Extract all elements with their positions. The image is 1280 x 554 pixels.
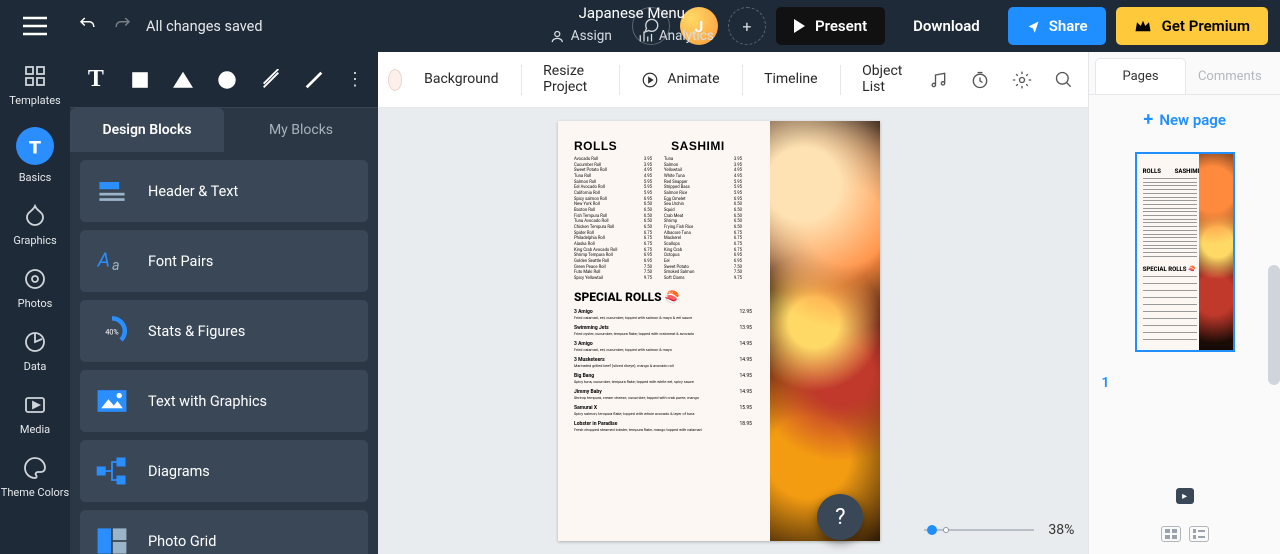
more-tools-button[interactable]: ⋮ bbox=[342, 69, 368, 90]
card-header-text[interactable]: Header & Text bbox=[80, 160, 368, 222]
card-diagrams-label: Diagrams bbox=[148, 463, 210, 480]
rail-theme-colors[interactable]: Theme Colors bbox=[0, 444, 70, 507]
analytics-label: Analytics bbox=[659, 28, 714, 44]
assign-button[interactable]: Assign bbox=[550, 28, 612, 44]
zoom-percent: 38% bbox=[1048, 522, 1074, 538]
tab-pages[interactable]: Pages bbox=[1095, 58, 1185, 94]
line-tool[interactable] bbox=[255, 61, 287, 99]
animate-label: Animate bbox=[667, 72, 719, 87]
settings-button[interactable] bbox=[1008, 66, 1036, 94]
thumb-rolls-hdr: ROLLS bbox=[1143, 168, 1161, 175]
rolls-list: Avocado Roll3.95Cucumber Roll3.95Sweet P… bbox=[574, 157, 652, 282]
shape-triangle-tool[interactable] bbox=[167, 61, 199, 99]
shape-square-tool[interactable] bbox=[124, 61, 156, 99]
background-color-swatch[interactable] bbox=[388, 69, 402, 91]
list-view-button[interactable] bbox=[1189, 526, 1209, 542]
card-header-text-label: Header & Text bbox=[148, 183, 238, 200]
background-button[interactable]: Background bbox=[424, 72, 498, 87]
menu-photo bbox=[770, 121, 880, 541]
add-collaborator-button[interactable]: + bbox=[728, 7, 766, 45]
premium-label: Get Premium bbox=[1162, 17, 1250, 35]
add-text-tool[interactable]: T bbox=[80, 61, 112, 99]
rail-basics-label: Basics bbox=[19, 171, 52, 184]
specials-list: 12.953 AmigoFried calamari, eel, cucumbe… bbox=[574, 309, 752, 432]
rail-data[interactable]: Data bbox=[0, 318, 70, 381]
get-premium-button[interactable]: Get Premium bbox=[1116, 7, 1268, 45]
rail-data-label: Data bbox=[24, 360, 47, 373]
svg-text:40%: 40% bbox=[105, 328, 118, 337]
card-font-pairs[interactable]: Aa Font Pairs bbox=[80, 230, 368, 292]
analytics-button[interactable]: Analytics bbox=[638, 28, 714, 44]
project-title[interactable]: Japanese Menu bbox=[550, 4, 714, 22]
new-page-button[interactable]: +New page bbox=[1143, 109, 1226, 130]
sashimi-heading: SASHIMI bbox=[671, 139, 725, 153]
resize-project-button[interactable]: Resize Project bbox=[543, 64, 597, 95]
card-font-pairs-label: Font Pairs bbox=[148, 253, 213, 270]
rail-photos-label: Photos bbox=[18, 297, 53, 310]
rolls-heading: ROLLS bbox=[574, 139, 617, 153]
rail-templates[interactable]: Templates bbox=[0, 52, 70, 115]
share-button[interactable]: Share bbox=[1008, 7, 1106, 45]
zoom-tool-button[interactable] bbox=[1050, 66, 1078, 94]
card-stats-label: Stats & Figures bbox=[148, 323, 245, 340]
object-list-button[interactable]: Object List bbox=[862, 64, 902, 95]
rail-graphics[interactable]: Graphics bbox=[0, 192, 70, 255]
card-text-graphics[interactable]: Text with Graphics bbox=[80, 370, 368, 432]
tab-my-blocks[interactable]: My Blocks bbox=[224, 108, 378, 152]
main-menu-button[interactable] bbox=[0, 0, 70, 52]
animate-button[interactable]: Animate bbox=[641, 71, 719, 89]
thumb-special-hdr: SPECIAL ROLLS 🍣 bbox=[1143, 266, 1196, 273]
assign-label: Assign bbox=[571, 28, 612, 44]
share-label: Share bbox=[1049, 17, 1088, 35]
present-button[interactable]: Present bbox=[776, 7, 885, 45]
slideshow-icon[interactable]: ▸ bbox=[1176, 488, 1194, 504]
card-diagrams[interactable]: Diagrams bbox=[80, 440, 368, 502]
rail-basics[interactable]: Basics bbox=[0, 115, 70, 192]
draw-tool[interactable] bbox=[298, 61, 330, 99]
shape-circle-tool[interactable] bbox=[211, 61, 243, 99]
grid-view-button[interactable] bbox=[1161, 526, 1181, 542]
tab-comments[interactable]: Comments bbox=[1186, 58, 1274, 94]
card-photo-grid-label: Photo Grid bbox=[148, 533, 216, 550]
card-photo-grid[interactable]: Photo Grid bbox=[80, 510, 368, 554]
rail-graphics-label: Graphics bbox=[13, 234, 56, 247]
special-rolls-heading: SPECIAL ROLLS 🍣 bbox=[574, 290, 752, 304]
undo-button[interactable] bbox=[78, 15, 96, 37]
new-page-label: New page bbox=[1159, 111, 1226, 129]
music-button[interactable] bbox=[924, 66, 952, 94]
page-thumbnail-1[interactable]: ROLLS SASHIMI SPECIAL ROLLS 🍣 bbox=[1135, 152, 1235, 352]
scrollbar[interactable] bbox=[1268, 265, 1280, 385]
save-status: All changes saved bbox=[146, 18, 263, 35]
sashimi-list: Tuna3.95Salmon3.95Yellowtail4.95White Tu… bbox=[664, 157, 742, 282]
rail-media-label: Media bbox=[20, 423, 50, 436]
svg-text:a: a bbox=[112, 257, 120, 274]
redo-button[interactable] bbox=[114, 15, 132, 37]
timeline-button[interactable]: Timeline bbox=[764, 72, 817, 87]
thumb-sashimi-hdr: SASHIMI bbox=[1175, 168, 1200, 175]
svg-text:A: A bbox=[97, 248, 111, 271]
page-number: 1 bbox=[1101, 375, 1109, 391]
card-text-graphics-label: Text with Graphics bbox=[148, 393, 267, 410]
tab-design-blocks[interactable]: Design Blocks bbox=[70, 108, 224, 152]
rail-templates-label: Templates bbox=[9, 94, 60, 107]
timer-button[interactable] bbox=[966, 66, 994, 94]
zoom-slider[interactable] bbox=[924, 529, 1034, 531]
download-button[interactable]: Download bbox=[895, 7, 998, 45]
card-stats-figures[interactable]: 40% Stats & Figures bbox=[80, 300, 368, 362]
rail-photos[interactable]: Photos bbox=[0, 255, 70, 318]
present-label: Present bbox=[815, 17, 867, 35]
rail-theme-colors-label: Theme Colors bbox=[1, 486, 69, 499]
canvas-page[interactable]: ROLLS SASHIMI Avocado Roll3.95Cucumber R… bbox=[558, 121, 880, 541]
rail-media[interactable]: Media bbox=[0, 381, 70, 444]
